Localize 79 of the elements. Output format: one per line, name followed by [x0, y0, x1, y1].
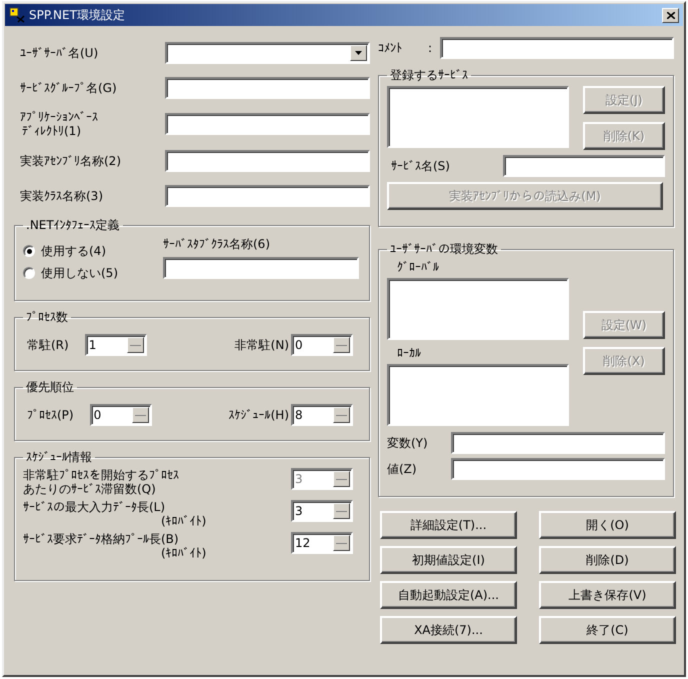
spin-buttons[interactable]	[333, 535, 350, 551]
spin-buttons[interactable]	[333, 471, 350, 487]
spin-label: 常駐(R)	[27, 336, 69, 354]
radio-button[interactable]	[23, 267, 35, 279]
spin-field[interactable]: 3	[291, 500, 353, 522]
close-icon	[666, 12, 674, 18]
radio-label[interactable]: 使用する(4)	[41, 242, 106, 260]
window-title: SPP.NET環境設定	[29, 6, 126, 24]
field-label: 非常駐ﾌﾟﾛｾｽを開始するﾌﾟﾛｾｽ あたりのｻｰﾋﾞｽ滞留数(Q)	[23, 468, 179, 496]
spin-buttons[interactable]	[333, 407, 350, 423]
action-button[interactable]: 初期値設定(I)	[380, 546, 517, 574]
spin-value: 0	[295, 338, 304, 352]
dropdown-button[interactable]	[350, 44, 367, 60]
field-label: ｻｰﾋﾞｽ名(S)	[391, 158, 450, 174]
action-button[interactable]: 開く(O)	[539, 511, 676, 539]
field-label: 実装ｱｾﾝﾌﾞﾘ名称(2)	[20, 154, 121, 168]
group-title: ﾕｰｻﾞｻｰﾊﾞの環境変数	[389, 241, 499, 258]
radio-button[interactable]	[23, 245, 35, 257]
list-box[interactable]	[387, 364, 569, 426]
field-label: ｻｰﾋﾞｽｸﾞﾙｰﾌﾟ名(G)	[20, 80, 117, 94]
field-label: ﾕｰｻﾞｻｰﾊﾞ名(U)	[20, 46, 98, 60]
spin-value: 8	[295, 408, 304, 422]
field-label: ｺﾒﾝﾄ	[378, 41, 402, 55]
caret-icon	[355, 50, 362, 54]
spin-value: 3	[295, 472, 304, 486]
spin-label: 非常駐(N)	[234, 336, 289, 354]
spin-label: ｽｹｼﾞｭｰﾙ(H)	[228, 408, 289, 422]
field-label: 変数(Y)	[387, 434, 428, 452]
spin-label: ﾌﾟﾛｾｽ(P)	[27, 408, 74, 422]
list-box[interactable]	[387, 86, 569, 148]
spin-value: 3	[295, 504, 304, 518]
spin-field[interactable]: 8	[291, 404, 353, 426]
text-field[interactable]	[451, 458, 665, 480]
text-field[interactable]	[165, 150, 370, 172]
spin-field[interactable]: 0	[291, 334, 353, 356]
field-label: ｻｰﾋﾞｽ要求ﾃﾞｰﾀ格納ﾌﾟｰﾙ長(B)	[23, 532, 180, 546]
spin-field[interactable]: 0	[90, 404, 152, 426]
field-label: ｻｰﾊﾞｽﾀﾌﾞｸﾗｽ名称(6)	[163, 236, 271, 253]
field-label: ｱﾌﾟﾘｹｰｼｮﾝﾍﾞｰｽ ﾃﾞｨﾚｸﾄﾘ(1)	[20, 110, 98, 138]
group-title: ｽｹｼﾞｭｰﾙ情報	[25, 449, 93, 466]
unit-label: (ｷﾛﾊﾞｲﾄ)	[160, 514, 206, 528]
spin-value: 0	[94, 408, 102, 422]
radio-label[interactable]: 使用しない(5)	[41, 264, 118, 282]
action-button[interactable]: 削除(D)	[539, 546, 676, 574]
spin-field[interactable]: 1	[84, 334, 147, 356]
spin-buttons[interactable]	[126, 337, 144, 353]
text-field[interactable]	[165, 184, 370, 206]
separator-colon: :	[428, 41, 432, 55]
action-button[interactable]: 終了(C)	[539, 616, 676, 644]
action-button[interactable]: XA接続(7)...	[380, 616, 517, 644]
spin-buttons[interactable]	[333, 337, 350, 353]
text-field[interactable]	[165, 76, 370, 98]
text-field[interactable]	[440, 37, 674, 59]
list-label: ﾛｰｶﾙ	[396, 345, 422, 362]
spin-value: 1	[88, 338, 98, 352]
spin-value: 12	[295, 536, 312, 550]
spin-buttons[interactable]	[333, 503, 350, 519]
group-title: 優先順位	[25, 379, 75, 396]
field-label: 実装ｸﾗｽ名称(3)	[20, 188, 103, 202]
field-label: ｻｰﾋﾞｽの最大入力ﾃﾞｰﾀ長(L)	[23, 500, 166, 514]
action-button[interactable]: 自動起動設定(A)...	[380, 581, 517, 609]
text-field[interactable]	[163, 257, 359, 279]
spin-field[interactable]: 12	[291, 532, 353, 554]
combo-box[interactable]	[165, 42, 370, 64]
list-box[interactable]	[387, 278, 569, 340]
field-label: 値(Z)	[387, 460, 417, 478]
group-title: .NETｲﾝﾀﾌｪｰｽ定義	[25, 217, 121, 234]
text-field[interactable]	[165, 113, 370, 135]
spin-buttons[interactable]	[132, 407, 149, 423]
text-field[interactable]	[451, 432, 665, 454]
action-button[interactable]: 詳細設定(T)...	[380, 511, 517, 539]
list-label: ｸﾞﾛｰﾊﾞﾙ	[396, 260, 440, 276]
close-button[interactable]	[662, 8, 679, 22]
unit-label: (ｷﾛﾊﾞｲﾄ)	[160, 546, 206, 560]
group-title: 登録するｻｰﾋﾞｽ	[389, 67, 469, 84]
group-title: ﾌﾟﾛｾｽ数	[25, 309, 69, 326]
app-icon	[9, 7, 25, 23]
action-button[interactable]: 上書き保存(V)	[539, 581, 676, 609]
text-field[interactable]	[503, 155, 665, 177]
